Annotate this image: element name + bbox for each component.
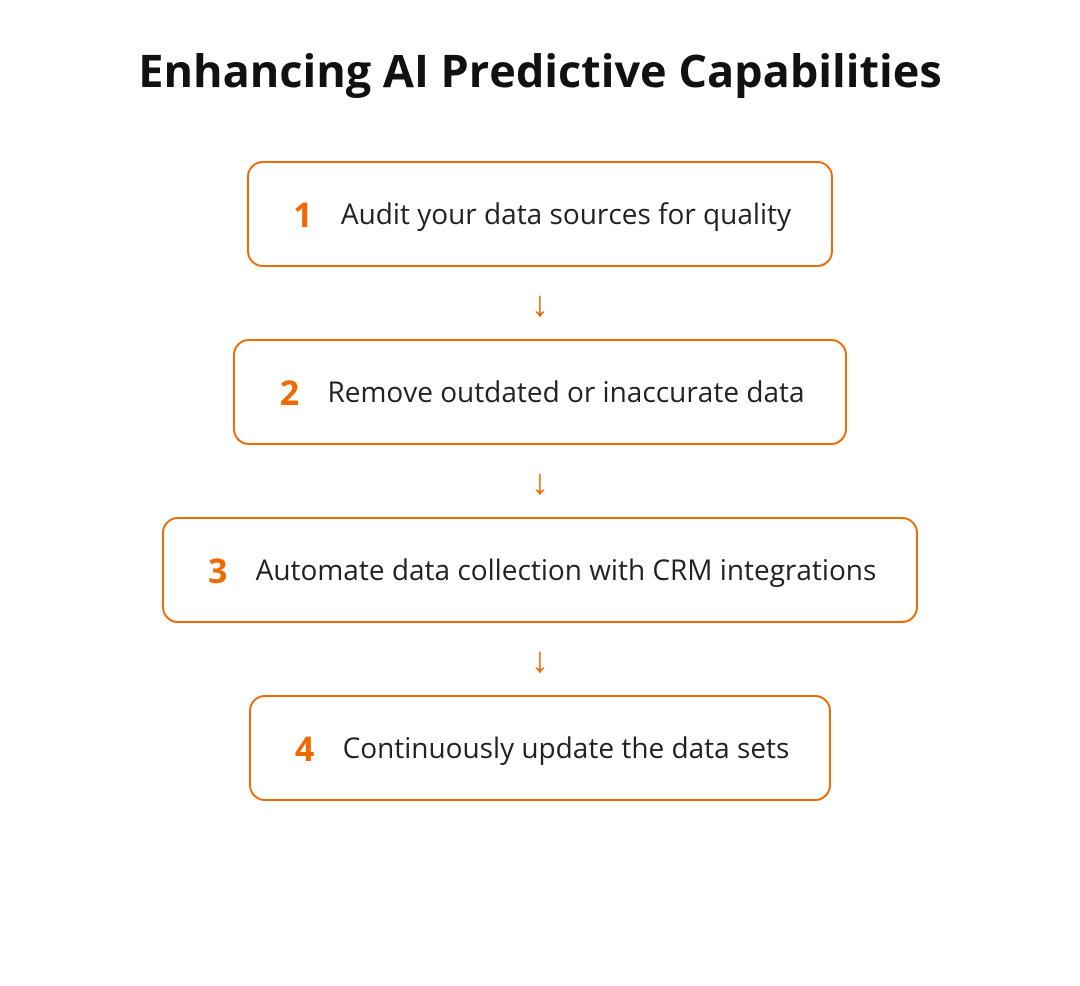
- step-number: 4: [291, 725, 319, 771]
- step-text: Automate data collection with CRM integr…: [256, 551, 877, 589]
- step-box: 1 Audit your data sources for quality: [247, 161, 833, 267]
- step-box: 4 Continuously update the data sets: [249, 695, 832, 801]
- step-number: 3: [204, 547, 232, 593]
- diagram-title: Enhancing AI Predictive Capabilities: [138, 40, 941, 101]
- steps-container: 1 Audit your data sources for quality ↓ …: [162, 161, 919, 801]
- step-box: 2 Remove outdated or inaccurate data: [233, 339, 846, 445]
- arrow-down-icon: ↓: [531, 641, 549, 677]
- step-text: Audit your data sources for quality: [341, 195, 791, 233]
- arrow-down-icon: ↓: [531, 285, 549, 321]
- step-number: 2: [275, 369, 303, 415]
- step-text: Remove outdated or inaccurate data: [327, 373, 804, 411]
- step-text: Continuously update the data sets: [343, 729, 790, 767]
- arrow-down-icon: ↓: [531, 463, 549, 499]
- step-box: 3 Automate data collection with CRM inte…: [162, 517, 919, 623]
- step-number: 1: [289, 191, 317, 237]
